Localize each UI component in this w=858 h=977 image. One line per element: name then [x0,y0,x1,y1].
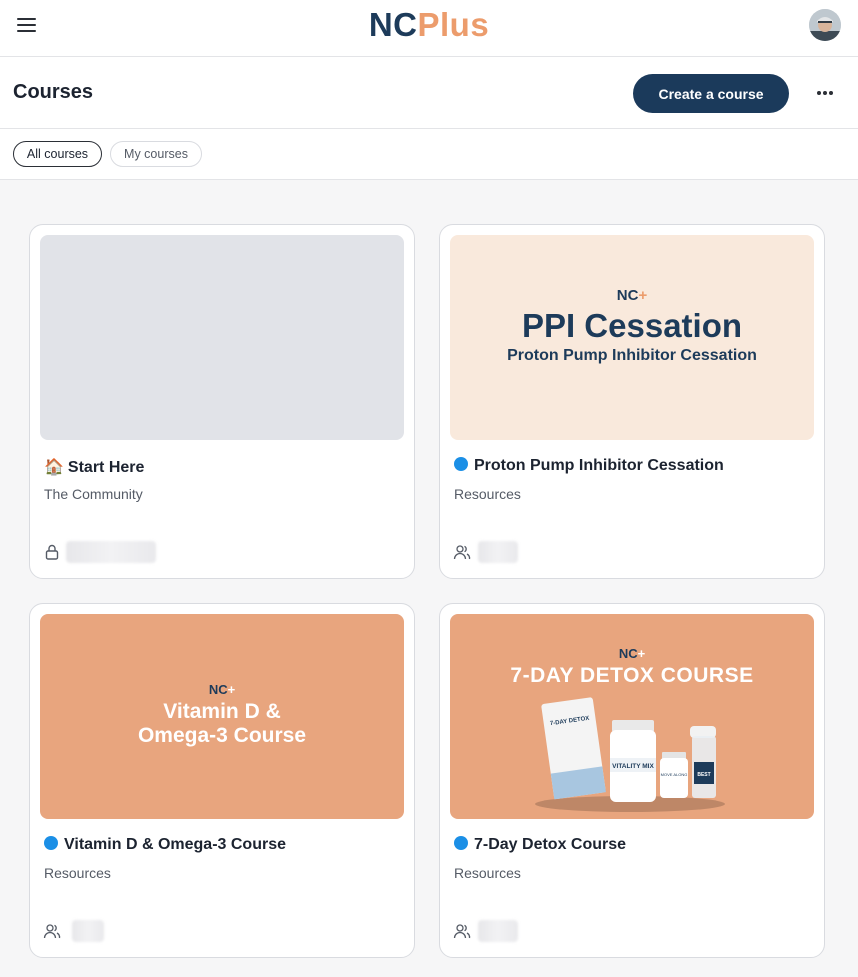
course-title: 7-Day Detox Course [454,836,626,854]
create-course-button[interactable]: Create a course [633,74,789,113]
page-header: Courses Create a course [0,57,858,129]
course-thumbnail [40,235,404,440]
course-thumbnail: NC+ Vitamin D & Omega-3 Course [40,614,404,819]
blue-circle-icon [454,836,468,850]
course-filters: All courses My courses [0,129,858,180]
members-icon [43,924,61,939]
course-space: Resources [44,865,111,881]
course-card-start-here[interactable]: 🏠 Start Here The Community [29,224,415,579]
course-space: Resources [454,486,521,502]
course-card-ppi-cessation[interactable]: NC+ PPI Cessation Proton Pump Inhibitor … [439,224,825,579]
blue-circle-icon [454,457,468,471]
redacted-meta [478,920,518,942]
app-logo[interactable]: NCPlus [0,7,858,43]
course-thumbnail: NC+ 7-DAY DETOX COURSE 7-DAY DETOX VITAL… [450,614,814,819]
redacted-meta [72,920,104,942]
redacted-meta [66,541,156,563]
course-space: Resources [454,865,521,881]
course-title: Vitamin D & Omega-3 Course [44,836,286,854]
course-card-vitamin-d[interactable]: NC+ Vitamin D & Omega-3 Course Vitamin D… [29,603,415,958]
course-space: The Community [44,486,143,502]
course-title: 🏠 Start Here [44,459,145,476]
course-title: Proton Pump Inhibitor Cessation [454,457,724,475]
members-icon [453,924,471,939]
redacted-meta [478,541,518,563]
course-card-detox[interactable]: NC+ 7-DAY DETOX COURSE 7-DAY DETOX VITAL… [439,603,825,958]
svg-text:BEST: BEST [697,772,710,778]
course-thumbnail: NC+ PPI Cessation Proton Pump Inhibitor … [450,235,814,440]
lock-icon [45,544,59,560]
blue-circle-icon [44,836,58,850]
detox-products-image: 7-DAY DETOX VITALITY MIX MOVE ALONG BEST [535,697,725,812]
top-nav: NCPlus [0,0,858,57]
avatar[interactable] [809,9,841,41]
house-icon: 🏠 [44,459,64,476]
svg-text:MOVE ALONG: MOVE ALONG [661,772,688,777]
members-icon [453,545,471,560]
svg-text:VITALITY MIX: VITALITY MIX [612,763,654,770]
more-options-icon[interactable] [808,83,838,103]
filter-all-courses[interactable]: All courses [13,141,102,167]
filter-my-courses[interactable]: My courses [110,141,202,167]
page-title: Courses [13,81,94,103]
